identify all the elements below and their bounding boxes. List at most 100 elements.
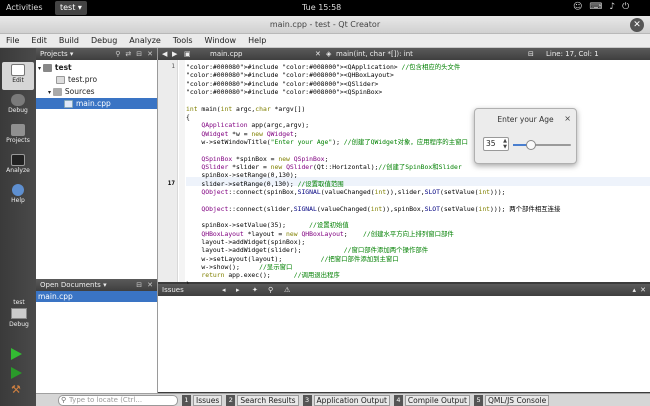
tree-item-sources[interactable]: ▾ Sources — [48, 86, 95, 97]
app-menu-label: test — [60, 3, 76, 12]
tab-search-results[interactable]: 2 Search Results — [226, 394, 299, 406]
code-line[interactable]: "color:#000080">#include "color:#008000"… — [186, 80, 560, 88]
code-line[interactable]: w->show(); //显示窗口 — [186, 263, 560, 271]
code-line[interactable]: layout->addWidget(spinBox); — [186, 238, 560, 246]
filter-icon[interactable]: ⚲ — [115, 48, 120, 60]
left-panel: Projects ▾ ⚲ ⇄ ⊟ ✕ ▾ test test.pro ▾ Sou… — [36, 48, 158, 406]
tab-number: 3 — [302, 394, 312, 406]
warning-filter-icon[interactable]: ⚠ — [284, 284, 290, 296]
split-icon[interactable]: ⊟ — [136, 48, 142, 60]
locator-input[interactable]: ⚲ Type to locate (Ctrl... — [58, 394, 178, 406]
locator-placeholder: Type to locate (Ctrl... — [69, 395, 143, 404]
dialog-close-button[interactable]: × — [564, 114, 571, 123]
code-line[interactable] — [186, 196, 560, 204]
current-file-combo[interactable]: main.cpp — [210, 48, 242, 60]
close-document-icon[interactable]: ✕ — [315, 48, 321, 60]
link-icon[interactable]: ⇄ — [125, 48, 131, 60]
pin-icon[interactable]: ✦ — [252, 284, 258, 296]
code-line[interactable]: QObject::connect(spinBox,SIGNAL(valueCha… — [186, 188, 560, 196]
accessibility-icon[interactable]: ☺ — [573, 2, 582, 12]
menu-tools[interactable]: Tools — [173, 34, 193, 47]
analyze-icon — [11, 154, 25, 166]
code-line[interactable]: spinBox->setValue(35); //设置初始值 — [186, 221, 560, 229]
close-panel-icon[interactable]: ✕ — [147, 279, 153, 291]
menu-build[interactable]: Build — [59, 34, 79, 47]
tab-compile-output[interactable]: 4 Compile Output — [393, 394, 471, 406]
line-number-gutter: 1 17 — [158, 60, 178, 282]
enter-age-dialog: Enter your Age × 35 ▲ ▼ — [474, 108, 577, 164]
keyboard-icon[interactable]: ⌨ — [589, 2, 602, 12]
mode-analyze[interactable]: Analyze — [2, 152, 34, 180]
mode-edit[interactable]: Edit — [2, 62, 34, 90]
app-menu-button[interactable]: test ▾ — [55, 1, 87, 15]
tree-item-sources-label: Sources — [64, 87, 95, 96]
tree-item-project[interactable]: ▾ test — [38, 62, 72, 73]
next-item-icon[interactable]: ▸ — [236, 284, 240, 296]
menu-bar: File Edit Build Debug Analyze Tools Wind… — [0, 34, 650, 48]
code-line[interactable]: layout->addWidget(slider); //窗口部件添加两个操作部… — [186, 246, 560, 254]
tab-issues[interactable]: 1 Issues — [182, 394, 223, 406]
menu-help[interactable]: Help — [248, 34, 266, 47]
fold-margin[interactable] — [179, 60, 185, 282]
output-pane-bar: ⚲ Type to locate (Ctrl... 1 Issues 2 Searc… — [36, 393, 650, 406]
code-line[interactable]: "color:#000080">#include "color:#008000"… — [186, 63, 560, 71]
close-panel-icon[interactable]: ✕ — [147, 48, 153, 60]
code-line[interactable]: QHBoxLayout *layout = new QHBoxLayout; /… — [186, 230, 560, 238]
split-icon[interactable]: ⊟ — [136, 279, 142, 291]
symbol-icon: ◈ — [326, 50, 332, 58]
code-line[interactable]: spinBox->setRange(0,130); — [186, 171, 560, 179]
menu-debug[interactable]: Debug — [91, 34, 117, 47]
prev-item-icon[interactable]: ◂ — [222, 284, 226, 296]
open-document-main-cpp[interactable]: main.cpp — [36, 291, 157, 302]
tree-item-main-cpp[interactable]: main.cpp — [36, 98, 157, 109]
code-editor[interactable]: 1 17 "color:#000080">#include "color:#00… — [158, 60, 650, 288]
code-line[interactable]: QObject::connect(slider,SIGNAL(valueChan… — [186, 205, 560, 213]
activities-button[interactable]: Activities — [6, 3, 43, 12]
maximize-pane-icon[interactable]: ▴ — [632, 284, 636, 296]
menu-file[interactable]: File — [6, 34, 19, 47]
mode-debug[interactable]: Debug — [2, 92, 34, 120]
code-text[interactable]: "color:#000080">#include "color:#008000"… — [186, 63, 560, 288]
folder-icon — [52, 88, 62, 96]
symbol-combo[interactable]: main(int, char *[]): int — [336, 48, 413, 60]
menu-window[interactable]: Window — [205, 34, 237, 47]
tab-qml-console[interactable]: 5 QML/JS Console — [474, 394, 550, 406]
code-line[interactable]: "color:#000080">#include "color:#008000"… — [186, 71, 560, 79]
mode-projects[interactable]: Projects — [2, 122, 34, 150]
filter-issues-icon[interactable]: ⚲ — [268, 284, 273, 296]
cursor-position[interactable]: Line: 17, Col: 1 — [546, 48, 599, 60]
open-documents-title[interactable]: Open Documents — [40, 281, 101, 289]
build-hammer-icon[interactable]: ⚒ — [11, 384, 22, 395]
projects-panel-title[interactable]: Projects — [40, 50, 68, 58]
clock[interactable]: Tue 15:58 — [302, 3, 341, 12]
debug-icon — [11, 94, 25, 106]
volume-icon[interactable]: ♪ — [609, 2, 615, 12]
close-pane-icon[interactable]: ✕ — [640, 284, 646, 296]
kit-selector[interactable]: test Debug — [4, 299, 34, 328]
issues-list[interactable] — [158, 296, 650, 392]
spinbox-arrows-icon[interactable]: ▲ ▼ — [503, 138, 507, 150]
code-line[interactable]: slider->setRange(0,130); //设置取值范围 — [186, 180, 560, 188]
code-line[interactable]: "color:#000080">#include "color:#008000"… — [186, 88, 560, 96]
age-slider-handle[interactable] — [525, 140, 536, 150]
run-button[interactable] — [11, 348, 22, 360]
mode-help[interactable]: Help — [2, 182, 34, 210]
split-editor-icon[interactable]: ⊟ — [528, 48, 534, 60]
code-line[interactable] — [186, 96, 560, 104]
code-line[interactable] — [186, 213, 560, 221]
nav-back-icon[interactable]: ◀ — [162, 48, 167, 60]
tree-item-pro-file[interactable]: test.pro — [56, 74, 97, 85]
close-window-button[interactable]: ✕ — [630, 18, 644, 32]
editor-toolbar: ◀ ▶ ▣ main.cpp ✕ ◈ main(int, char *[]): … — [158, 48, 650, 60]
menu-edit[interactable]: Edit — [31, 34, 47, 47]
debug-run-button[interactable] — [11, 367, 22, 379]
code-line[interactable]: QSlider *slider = new QSlider(Qt::Horizo… — [186, 163, 560, 171]
code-line[interactable]: w->setLayout(layout); //把窗口部件添加到主窗口 — [186, 255, 560, 263]
menu-analyze[interactable]: Analyze — [129, 34, 161, 47]
tab-application-output[interactable]: 3 Application Output — [302, 394, 390, 406]
open-documents-panel: Open Documents ▾ ⊟ ✕ main.cpp — [36, 279, 157, 302]
nav-forward-icon[interactable]: ▶ — [172, 48, 177, 60]
code-line[interactable]: return app.exec(); //调用退出程序 — [186, 271, 560, 279]
age-spinbox[interactable]: 35 ▲ ▼ — [483, 137, 509, 151]
power-icon[interactable]: ⏻ — [622, 2, 629, 12]
